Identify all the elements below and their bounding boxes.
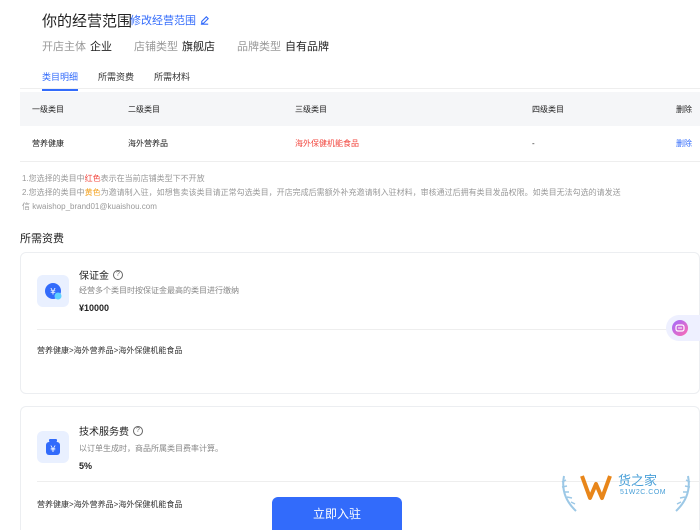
delete-row-link[interactable]: 删除 <box>668 138 700 149</box>
category-notes: 1.您选择的类目中红色表示在当前店铺类型下不开放 2.您选择的类目中黄色为邀请制… <box>22 172 700 214</box>
col-level3: 三级类目 <box>295 104 327 114</box>
page-title: 你的经营范围 <box>42 13 133 30</box>
card-divider <box>37 329 699 330</box>
note-line-2: 2.您选择的类目中黄色为邀请制入驻，如想售卖该类目请正常勾选类目，开店完成后需额… <box>22 188 621 197</box>
deposit-amount: ¥10000 <box>79 303 110 313</box>
deposit-icon: ¥ <box>37 275 69 307</box>
col-delete: 删除 <box>676 104 692 114</box>
col-level1: 一级类目 <box>32 104 64 114</box>
col-level4: 四级类目 <box>532 104 564 114</box>
service-fee-name: 技术服务费 <box>79 427 129 438</box>
note-line-3: 信 kwaishop_brand01@kuaishou.com <box>22 202 157 211</box>
cell-level2: 海外营养品 <box>128 139 168 148</box>
deposit-name-row: 保证金 ? <box>79 267 123 282</box>
floating-assistant-button[interactable] <box>666 315 700 341</box>
page: 你的经营范围 修改经营范围 开店主体 企业 店铺类型 旗舰店 品牌类型 自有品牌 类目… <box>0 0 700 530</box>
join-now-button[interactable]: 立即入驻 <box>272 497 402 530</box>
service-fee-amount: 5% <box>79 461 93 471</box>
service-fee-desc: 以订单生成时，商品所属类目费率计算。 <box>79 444 223 453</box>
table-row: 营养健康 海外营养品 海外保健机能食品 - 删除 <box>20 126 700 162</box>
category-table: 一级类目 二级类目 三级类目 四级类目 删除 营养健康 海外营养品 海外保健机能… <box>20 92 700 162</box>
meta-shop-type: 店铺类型 旗舰店 <box>134 41 215 53</box>
deposit-card: ¥ 保证金 ? 经营多个类目时按保证金最高的类目进行缴纳 ¥10000 营养健康… <box>20 252 700 394</box>
assistant-icon[interactable] <box>672 320 688 336</box>
edit-scope-label[interactable]: 修改经营范围 <box>130 12 196 28</box>
cell-level3: 海外保健机能食品 <box>295 139 359 148</box>
service-fee-category-path: 营养健康>海外营养品>海外保健机能食品 <box>37 500 183 509</box>
cell-level4: - <box>532 139 535 148</box>
meta-brand-type: 品牌类型 自有品牌 <box>237 41 329 53</box>
yuan-coin-icon: ¥ <box>45 283 62 300</box>
help-icon[interactable]: ? <box>133 425 143 436</box>
svg-text:¥: ¥ <box>50 445 56 455</box>
table-header: 一级类目 二级类目 三级类目 四级类目 删除 <box>20 92 700 126</box>
service-fee-icon: ¥ <box>37 431 69 463</box>
cell-level1: 营养健康 <box>32 139 64 148</box>
edit-scope-link[interactable]: 修改经营范围 <box>130 12 210 28</box>
fees-section-title: 所需资费 <box>20 233 64 245</box>
watermark-text: 货之家 <box>618 473 658 488</box>
shop-meta: 开店主体 企业 店铺类型 旗舰店 品牌类型 自有品牌 <box>42 38 329 54</box>
watermark-url: 51W2C.COM <box>620 489 667 496</box>
tabs-divider <box>20 88 700 89</box>
col-level2: 二级类目 <box>128 104 160 114</box>
note-line-1: 1.您选择的类目中红色表示在当前店铺类型下不开放 <box>22 174 205 183</box>
deposit-category-path: 营养健康>海外营养品>海外保健机能食品 <box>37 346 183 355</box>
service-fee-name-row: 技术服务费 ? <box>79 423 143 438</box>
deposit-name: 保证金 <box>79 271 109 282</box>
edit-icon[interactable] <box>199 15 210 26</box>
help-icon[interactable]: ? <box>113 269 123 280</box>
money-bag-icon: ¥ <box>46 439 60 455</box>
svg-text:¥: ¥ <box>50 288 56 298</box>
meta-entity: 开店主体 企业 <box>42 41 112 53</box>
deposit-desc: 经营多个类目时按保证金最高的类目进行缴纳 <box>79 286 239 295</box>
